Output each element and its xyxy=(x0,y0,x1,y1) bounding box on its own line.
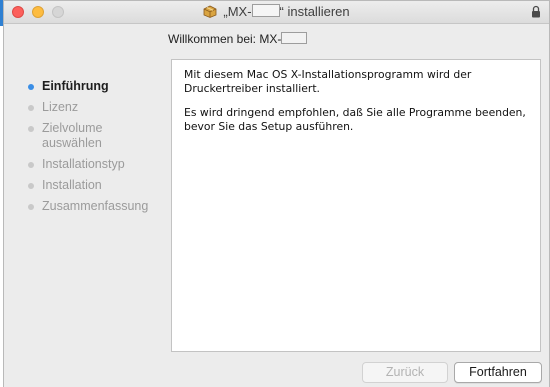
step-label: Lizenz xyxy=(42,100,79,114)
step-installation: Installation xyxy=(4,178,164,193)
step-zusammenfassung: Zusammenfassung xyxy=(4,199,164,214)
step-label: Installationstyp xyxy=(42,157,125,171)
step-installationstyp: Installationstyp xyxy=(4,157,164,172)
content-pane[interactable]: Mit diesem Mac OS X-Installationsprogram… xyxy=(171,59,541,352)
step-dot-icon xyxy=(28,162,34,168)
step-dot-icon xyxy=(28,183,34,189)
step-lizenz: Lizenz xyxy=(4,100,164,115)
recommendation-paragraph: Es wird dringend empfohlen, daß Sie alle… xyxy=(184,106,526,133)
redacted-model-name xyxy=(251,4,280,17)
step-label: Installation xyxy=(42,178,102,192)
step-zielvolume: Zielvolume auswählen xyxy=(4,121,164,151)
welcome-heading: Willkommen bei: MX- xyxy=(168,32,308,46)
step-dot-icon xyxy=(28,126,34,132)
active-step-dot-icon xyxy=(28,84,34,90)
welcome-text: Willkommen bei: MX- xyxy=(168,32,282,46)
continue-button[interactable]: Fortfahren xyxy=(454,362,542,383)
step-einfuehrung: Einführung xyxy=(4,79,164,94)
lock-icon xyxy=(532,5,540,18)
window-title: „MX- “ installieren xyxy=(4,4,549,19)
package-icon xyxy=(203,5,217,18)
step-label: Einführung xyxy=(42,79,109,93)
installer-steps-sidebar: Einführung Lizenz Zielvolume auswählen I… xyxy=(4,79,164,214)
titlebar[interactable]: „MX- “ installieren xyxy=(4,1,549,24)
intro-paragraph: Mit diesem Mac OS X-Installationsprogram… xyxy=(184,68,472,95)
step-label: Zielvolume auswählen xyxy=(42,121,103,150)
window-title-suffix: “ installieren xyxy=(279,4,350,19)
installer-window: „MX- “ installieren Willkommen bei: MX- E… xyxy=(3,0,550,387)
back-button[interactable]: Zurück xyxy=(362,362,448,383)
step-dot-icon xyxy=(28,105,34,111)
step-label: Zusammenfassung xyxy=(42,199,149,213)
step-dot-icon xyxy=(28,204,34,210)
window-title-prefix: „MX- xyxy=(223,4,252,19)
redacted-model-name xyxy=(281,32,308,44)
